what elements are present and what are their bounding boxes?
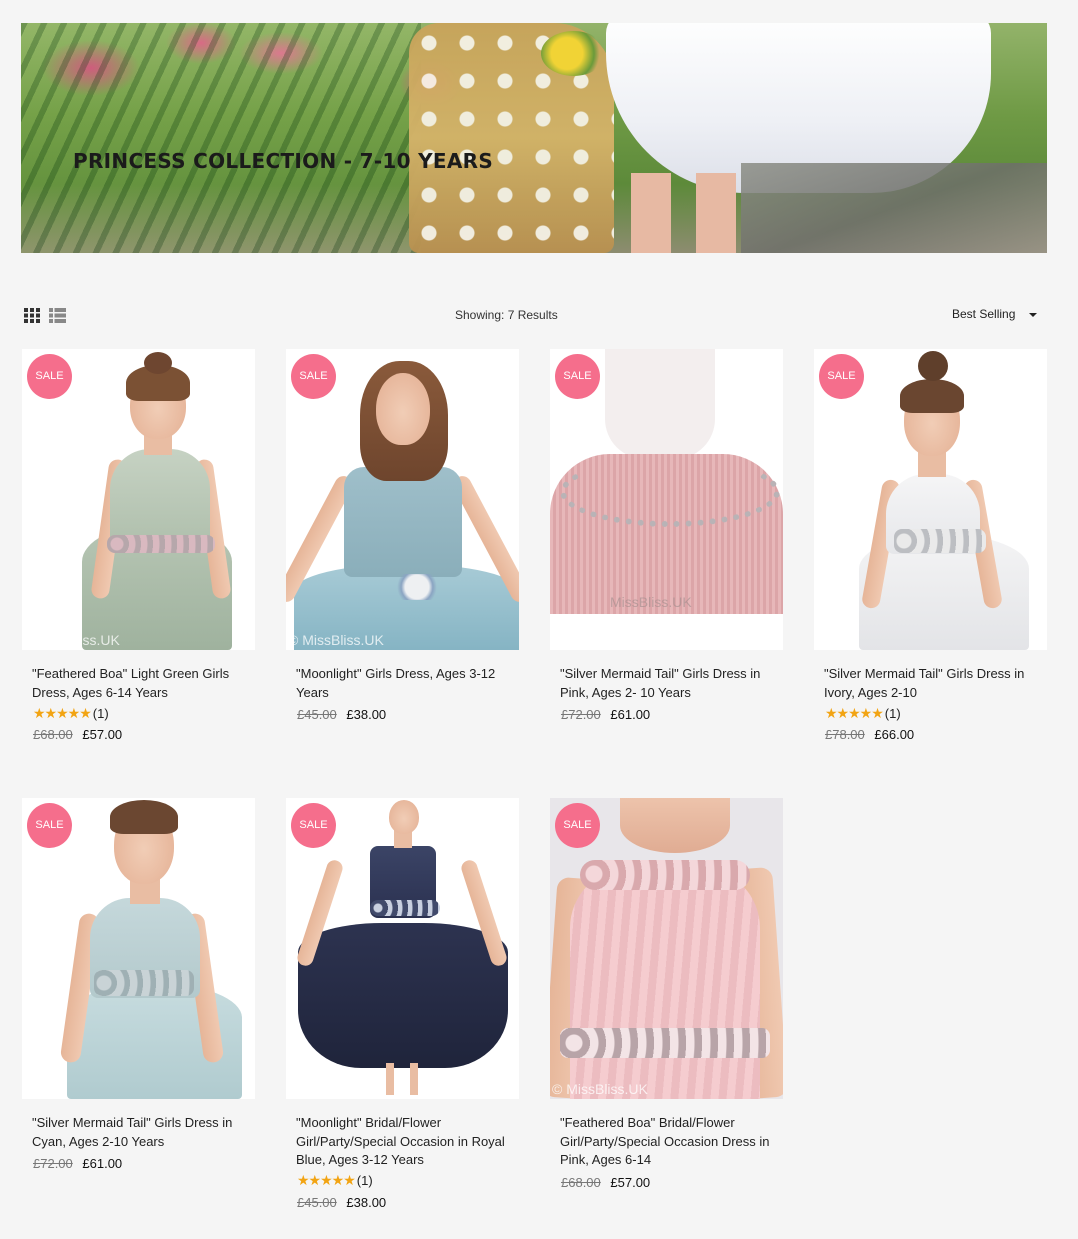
sort-select[interactable]: Best Selling <box>952 307 1042 325</box>
rating-count: (1) <box>92 705 109 721</box>
sale-price: £66.00 <box>874 727 915 742</box>
watermark-text: © MissBliss.UK <box>24 632 120 648</box>
rating-count: (1) <box>884 705 901 721</box>
sale-badge: SALE <box>291 354 336 399</box>
banner-legs-image <box>626 173 746 253</box>
original-price: £45.00 <box>297 707 337 722</box>
product-card[interactable]: SALE © MissBliss.UK "Feathered Boa" Ligh… <box>22 349 255 742</box>
sale-price: £38.00 <box>346 707 387 722</box>
product-image[interactable]: SALE © MissBliss.UK <box>22 349 255 650</box>
product-rating: ★★★★★ (1) <box>825 704 1047 722</box>
original-price: £78.00 <box>825 727 865 742</box>
product-price: £78.00 £66.00 <box>825 727 1047 742</box>
product-card[interactable]: SALE MissBliss.UK "Silver Mermaid Tail" … <box>550 349 783 722</box>
star-rating-icon: ★★★★★ <box>297 1172 356 1188</box>
sale-badge: SALE <box>819 354 864 399</box>
product-price: £45.00 £38.00 <box>297 1195 519 1210</box>
product-price: £68.00 £57.00 <box>33 727 255 742</box>
watermark-text: © MissBliss.UK <box>552 1081 648 1097</box>
original-price: £45.00 <box>297 1194 337 1210</box>
product-title[interactable]: "Silver Mermaid Tail" Girls Dress in Ivo… <box>824 665 1037 702</box>
original-price: £68.00 <box>561 1174 601 1190</box>
original-price: £68.00 <box>33 727 73 742</box>
banner-path-image <box>741 163 1047 253</box>
original-price: £72.00 <box>561 707 601 722</box>
sale-price: £61.00 <box>82 1156 123 1171</box>
collection-title: PRINCESS COLLECTION - 7-10 YEARS <box>73 149 494 173</box>
product-card[interactable]: SALE "Silver Mermaid Tail" Girls Dress i… <box>814 349 1047 742</box>
sale-badge: SALE <box>555 354 600 399</box>
product-image[interactable]: SALE <box>814 349 1047 650</box>
product-title[interactable]: "Feathered Boa" Light Green Girls Dress,… <box>32 665 245 702</box>
product-card[interactable]: SALE "Moonlight" Bridal/Flower Girl/Part… <box>286 798 519 1210</box>
product-card[interactable]: SALE © MissBliss.UK "Feathered Boa" Brid… <box>550 798 783 1190</box>
product-image[interactable]: SALE © MissBliss.UK <box>286 349 519 650</box>
product-price: £72.00 £61.00 <box>561 707 783 722</box>
product-title[interactable]: "Moonlight" Bridal/Flower Girl/Party/Spe… <box>296 1114 509 1170</box>
sale-price: £57.00 <box>82 727 123 742</box>
banner-basket-flowers <box>541 31 606 76</box>
product-title[interactable]: "Silver Mermaid Tail" Girls Dress in Cya… <box>32 1114 245 1151</box>
rating-count: (1) <box>356 1173 373 1188</box>
list-view-icon[interactable] <box>49 308 66 323</box>
product-title[interactable]: "Moonlight" Girls Dress, Ages 3-12 Years <box>296 665 509 702</box>
sort-selected-value: Best Selling <box>952 307 1016 321</box>
sale-price: £61.00 <box>610 707 651 722</box>
original-price: £72.00 <box>33 1156 73 1171</box>
product-price: £45.00 £38.00 <box>297 707 519 722</box>
collection-banner: PRINCESS COLLECTION - 7-10 YEARS <box>21 23 1047 253</box>
sale-badge: SALE <box>27 803 72 848</box>
product-rating: ★★★★★ (1) <box>33 704 255 722</box>
sale-price: £57.00 <box>610 1174 651 1190</box>
star-rating-icon: ★★★★★ <box>33 704 92 721</box>
sale-badge: SALE <box>555 803 600 848</box>
product-rating: ★★★★★ (1) <box>297 1172 519 1190</box>
product-price: £72.00 £61.00 <box>33 1156 255 1171</box>
sale-badge: SALE <box>291 803 336 848</box>
product-image[interactable]: SALE <box>286 798 519 1099</box>
grid-view-icon[interactable] <box>24 308 40 323</box>
product-card[interactable]: SALE © MissBliss.UK "Moonlight" Girls Dr… <box>286 349 519 722</box>
product-price: £68.00 £57.00 <box>561 1175 783 1190</box>
product-image[interactable]: SALE <box>22 798 255 1099</box>
watermark-text: © MissBliss.UK <box>288 632 384 648</box>
banner-flowers-image <box>21 23 421 253</box>
results-count: Showing: 7 Results <box>455 308 558 322</box>
product-title[interactable]: "Feathered Boa" Bridal/Flower Girl/Party… <box>560 1114 773 1170</box>
star-rating-icon: ★★★★★ <box>825 704 884 721</box>
product-card[interactable]: SALE "Silver Mermaid Tail" Girls Dress i… <box>22 798 255 1171</box>
watermark-text: MissBliss.UK <box>610 594 692 610</box>
product-image[interactable]: SALE © MissBliss.UK <box>550 798 783 1099</box>
product-image[interactable]: SALE MissBliss.UK <box>550 349 783 650</box>
sale-badge: SALE <box>27 354 72 399</box>
chevron-down-icon <box>1029 313 1037 317</box>
sale-price: £38.00 <box>346 1194 387 1210</box>
product-title[interactable]: "Silver Mermaid Tail" Girls Dress in Pin… <box>560 665 773 702</box>
